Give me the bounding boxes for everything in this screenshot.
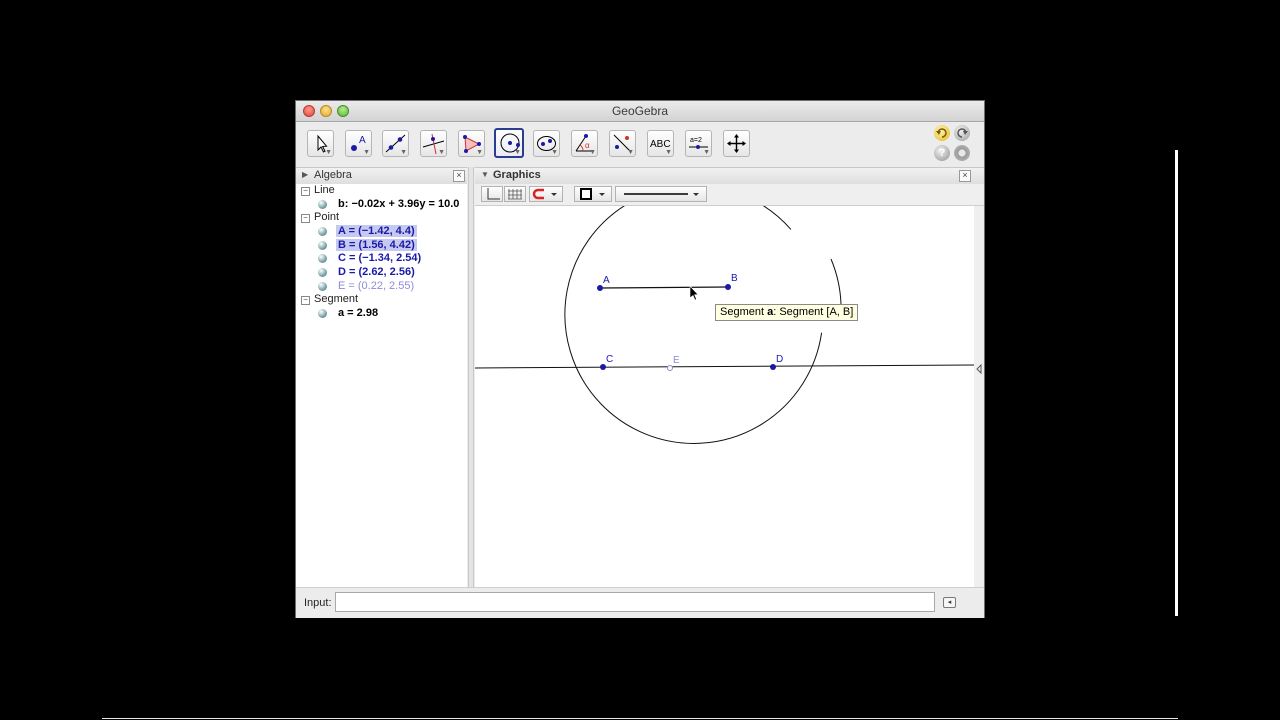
background-strip bbox=[1175, 150, 1178, 616]
graphics-side-strip bbox=[974, 206, 984, 587]
label-D: D bbox=[776, 354, 783, 365]
background-line bbox=[102, 718, 1178, 719]
undo-icon[interactable] bbox=[934, 125, 950, 141]
polygon-tool-button[interactable]: ▼ bbox=[458, 130, 485, 157]
grid-icon bbox=[508, 189, 522, 200]
visibility-toggle[interactable] bbox=[318, 282, 327, 291]
input-field[interactable] bbox=[335, 592, 935, 612]
collapse-segment-toggle[interactable]: − bbox=[301, 296, 310, 305]
collapse-arrow-icon[interactable]: ▼ bbox=[481, 170, 489, 179]
graphics-canvas[interactable]: A B C D E bbox=[475, 206, 974, 587]
color-picker-button[interactable] bbox=[574, 186, 612, 202]
label-C: C bbox=[606, 354, 613, 365]
gear-icon[interactable] bbox=[954, 145, 970, 161]
magnet-icon bbox=[532, 188, 557, 200]
visibility-toggle[interactable] bbox=[318, 241, 327, 250]
algebra-header: ▶ Algebra × bbox=[296, 167, 467, 185]
label-B: B bbox=[731, 273, 738, 284]
title-bar: GeoGebra bbox=[296, 101, 984, 122]
algebra-view: − Line b: −0.02x + 3.96y = 10.0 − Point … bbox=[296, 184, 467, 587]
point-capturing-button[interactable] bbox=[529, 186, 563, 202]
point-tool-button[interactable]: A ▼ bbox=[345, 130, 372, 157]
graphics-style-bar bbox=[475, 184, 984, 206]
graphics-header: ▼ Graphics × bbox=[475, 167, 984, 185]
visibility-toggle[interactable] bbox=[318, 268, 327, 277]
graphics-title: Graphics bbox=[493, 169, 541, 181]
collapse-point-toggle[interactable]: − bbox=[301, 214, 310, 223]
segment-a bbox=[599, 286, 729, 289]
line-tool-button[interactable]: ▼ bbox=[382, 130, 409, 157]
label-A: A bbox=[603, 275, 610, 286]
close-graphics-button[interactable]: × bbox=[959, 170, 971, 182]
line-b bbox=[475, 364, 974, 369]
circle-c bbox=[564, 206, 823, 444]
help-icon[interactable]: ? bbox=[934, 145, 950, 161]
input-label: Input: bbox=[304, 597, 332, 609]
geogebra-window: GeoGebra ▼ A ▼ ▼ ▼ ▼ ▼ ▼ α ▼ ▼ ABC ▼ a=2… bbox=[296, 101, 984, 618]
collapse-line-toggle[interactable]: − bbox=[301, 187, 310, 196]
group-point: Point bbox=[314, 211, 340, 223]
svg-text:A: A bbox=[359, 135, 366, 146]
move-tool-button[interactable]: ▼ bbox=[307, 130, 334, 157]
input-bar: Input: ◂ bbox=[296, 587, 984, 618]
move-graphics-icon bbox=[727, 134, 746, 153]
tooltip-prefix: Segment bbox=[720, 306, 768, 318]
circle-tool-button[interactable]: ▼ bbox=[494, 128, 524, 158]
visibility-toggle[interactable] bbox=[318, 200, 327, 209]
close-algebra-button[interactable]: × bbox=[453, 170, 465, 182]
angle-tool-button[interactable]: α ▼ bbox=[571, 130, 598, 157]
input-help-button[interactable]: ◂ bbox=[943, 597, 956, 608]
color-swatch-icon bbox=[580, 188, 605, 200]
point-B bbox=[725, 284, 731, 290]
expand-arrow-icon[interactable] bbox=[974, 206, 984, 587]
axes-icon bbox=[487, 188, 500, 200]
axes-toggle-button[interactable] bbox=[481, 186, 503, 202]
redo-icon[interactable] bbox=[954, 125, 970, 141]
move-graphics-tool-button[interactable] bbox=[723, 130, 750, 157]
svg-text:a=2: a=2 bbox=[690, 137, 702, 144]
point-E bbox=[667, 365, 673, 371]
algebra-title: Algebra bbox=[314, 169, 352, 181]
window-title: GeoGebra bbox=[611, 104, 669, 118]
segment-tooltip: Segment a: Segment [A, B] bbox=[715, 304, 859, 321]
mouse-cursor-icon bbox=[689, 285, 699, 301]
tooltip-rest: : Segment [A, B] bbox=[773, 306, 854, 318]
slider-tool-button[interactable]: a=2 ▼ bbox=[685, 130, 712, 157]
group-line: Line bbox=[314, 184, 335, 196]
visibility-toggle[interactable] bbox=[318, 227, 327, 236]
pane-splitter[interactable] bbox=[468, 167, 474, 587]
ellipse-tool-button[interactable]: ▼ bbox=[533, 130, 560, 157]
visibility-toggle[interactable] bbox=[318, 309, 327, 318]
geometry-drawing: A B C D E bbox=[475, 206, 974, 444]
perpendicular-tool-button[interactable]: ▼ bbox=[420, 130, 447, 157]
grid-toggle-button[interactable] bbox=[504, 186, 526, 202]
circle-c-fragment bbox=[830, 258, 842, 305]
line-style-icon bbox=[624, 193, 699, 196]
group-segment: Segment bbox=[314, 293, 359, 305]
toolbar: ▼ A ▼ ▼ ▼ ▼ ▼ ▼ α ▼ ▼ ABC ▼ a=2 ▼ ? bbox=[296, 122, 984, 167]
visibility-toggle[interactable] bbox=[318, 254, 327, 263]
collapse-arrow-icon[interactable]: ▶ bbox=[302, 170, 308, 179]
reflect-tool-button[interactable]: ▼ bbox=[609, 130, 636, 157]
label-E: E bbox=[673, 355, 680, 366]
text-tool-button[interactable]: ABC ▼ bbox=[647, 130, 674, 157]
line-style-button[interactable] bbox=[615, 186, 707, 202]
